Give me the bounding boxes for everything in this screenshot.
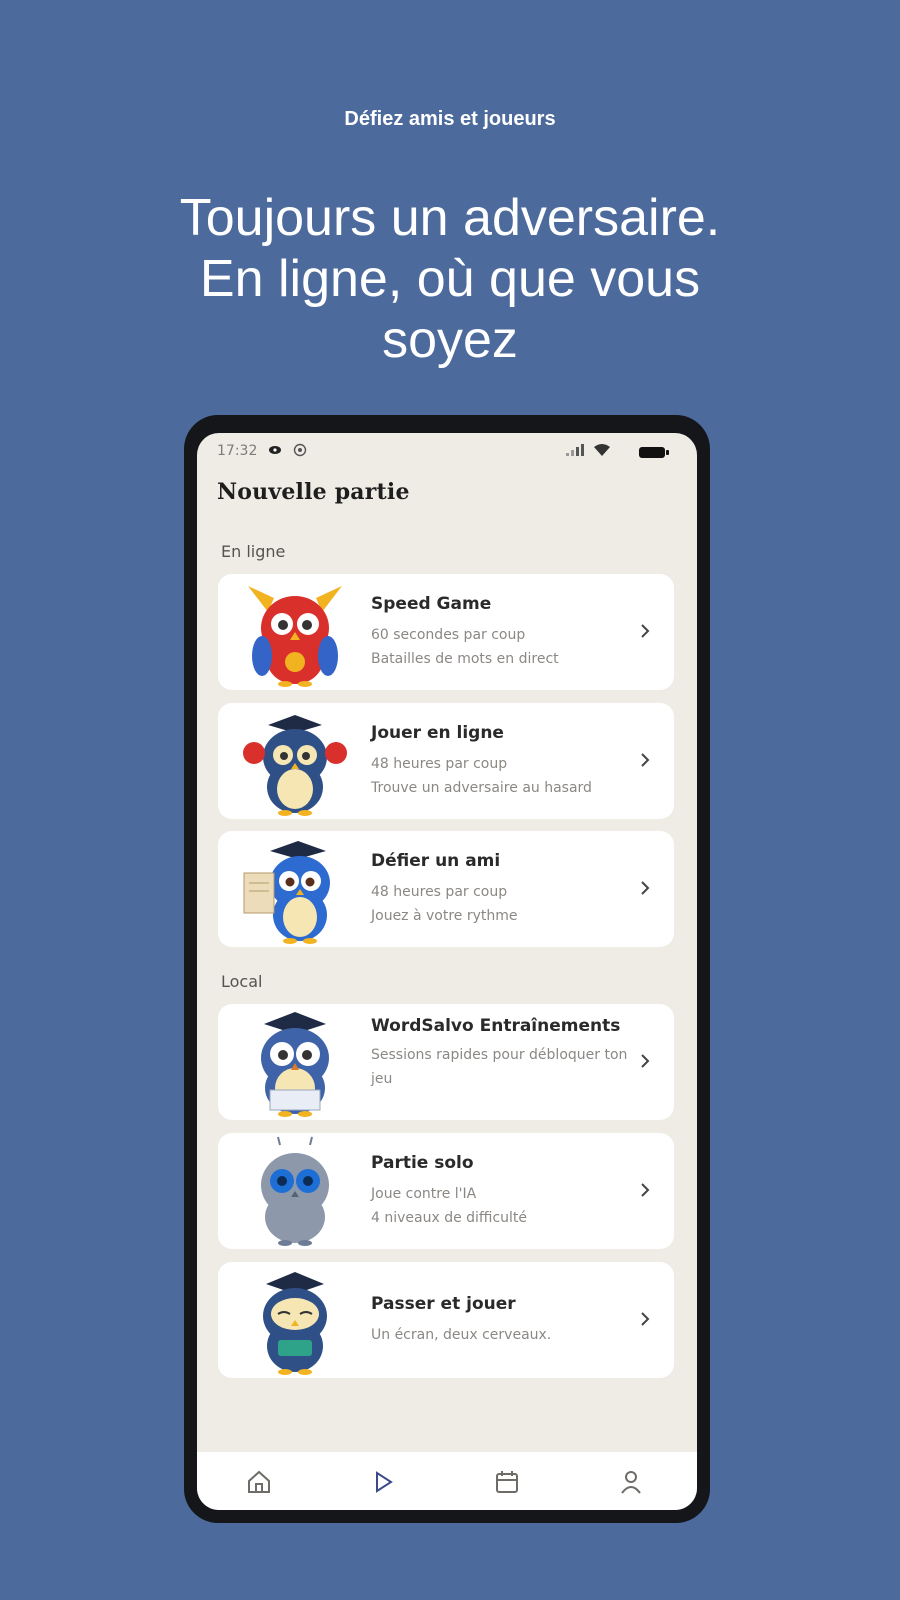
graduate-owl-icon xyxy=(261,1012,329,1117)
status-time: 17:32 xyxy=(217,443,258,459)
card-line1: 60 secondes par coup xyxy=(371,627,526,643)
phone-screen: 17:32 Nouvelle partie En ligne Speed Gam… xyxy=(197,433,697,1510)
cast-icon xyxy=(267,443,283,461)
wifi-icon xyxy=(593,443,611,461)
card-title: WordSalvo Entraînements xyxy=(371,1016,621,1036)
card-line1: 48 heures par coup xyxy=(371,756,508,772)
kicker-text: Défiez amis et joueurs xyxy=(344,108,556,130)
card-challenge-friend[interactable]: Défier un ami 48 heures par coup Jouez à… xyxy=(218,831,674,947)
card-training[interactable]: WordSalvo Entraînements Sessions rapides… xyxy=(218,1004,674,1120)
calendar-icon[interactable] xyxy=(493,1468,521,1496)
card-line2: Trouve un adversaire au hasard xyxy=(371,780,592,796)
card-pass-and-play[interactable]: Passer et jouer Un écran, deux cerveaux. xyxy=(218,1262,674,1378)
card-title: Partie solo xyxy=(371,1153,474,1173)
section-local-label: Local xyxy=(221,972,263,991)
card-line2: Batailles de mots en direct xyxy=(371,651,559,667)
chevron-right-icon xyxy=(641,624,650,638)
card-line1: Joue contre l'IA xyxy=(371,1186,477,1202)
robot-owl-icon xyxy=(261,1136,329,1246)
card-solo[interactable]: Partie solo Joue contre l'IA 4 niveaux d… xyxy=(218,1133,674,1249)
play-icon[interactable] xyxy=(369,1468,397,1496)
card-title: Défier un ami xyxy=(371,851,501,871)
profile-icon[interactable] xyxy=(617,1468,645,1496)
battery-icon xyxy=(639,447,669,458)
letter-owl-icon xyxy=(243,841,330,944)
card-speed-game[interactable]: Speed Game 60 secondes par coup Bataille… xyxy=(218,574,674,690)
card-line2: Jouez à votre rythme xyxy=(371,908,518,924)
headline: Toujours un adversaire. En ligne, où que… xyxy=(179,189,721,369)
phone-frame: 17:32 Nouvelle partie En ligne Speed Gam… xyxy=(184,415,710,1523)
home-icon[interactable] xyxy=(245,1468,273,1496)
card-title: Passer et jouer xyxy=(371,1294,516,1314)
card-line2: 4 niveaux de difficulté xyxy=(371,1210,528,1226)
card-title: Jouer en ligne xyxy=(371,723,504,743)
book-owl-icon xyxy=(263,1272,327,1375)
screen-title: Nouvelle partie xyxy=(217,479,410,505)
card-line1: 48 heures par coup xyxy=(371,884,508,900)
chevron-right-icon xyxy=(641,753,650,767)
card-title: Speed Game xyxy=(371,594,492,614)
card-play-online[interactable]: Jouer en ligne 48 heures par coup Trouve… xyxy=(218,703,674,819)
chevron-right-icon xyxy=(641,1312,650,1326)
speed-owl-icon xyxy=(248,586,342,687)
card-line1: Sessions rapides pour débloquer ton jeu xyxy=(371,1047,628,1087)
section-online-label: En ligne xyxy=(221,542,286,561)
status-bar: 17:32 xyxy=(197,441,697,465)
bottom-nav xyxy=(197,1452,697,1510)
boxing-owl-icon xyxy=(243,715,347,816)
signal-icon xyxy=(565,443,585,461)
chevron-right-icon xyxy=(641,881,650,895)
chevron-right-icon xyxy=(641,1183,650,1197)
chevron-right-icon xyxy=(641,1054,650,1068)
card-line1: Un écran, deux cerveaux. xyxy=(371,1327,552,1343)
circle-icon xyxy=(293,443,307,461)
